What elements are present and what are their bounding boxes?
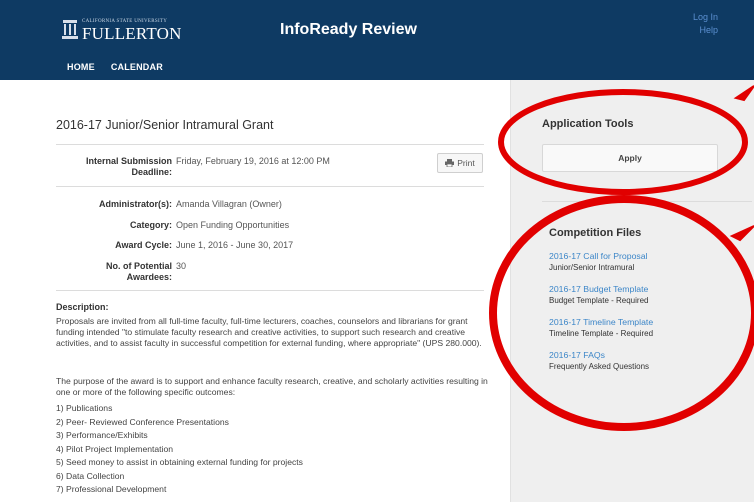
login-link[interactable]: Log In	[693, 11, 718, 24]
list-item: 3) Performance/Exhibits	[56, 430, 148, 440]
file-description: Budget Template - Required	[549, 296, 649, 305]
fields-divider	[56, 290, 484, 291]
file-description: Frequently Asked Questions	[549, 362, 650, 371]
field-label: Administrator(s):	[98, 199, 172, 209]
list-item: 4) Pilot Project Implementation	[56, 443, 174, 454]
nav-item-calendar[interactable]: CALENDAR	[111, 62, 163, 72]
main-nav: HOME CALENDAR	[67, 62, 163, 72]
description-paragraph: Proposals are invited from all full-time…	[56, 316, 482, 349]
field-deadline: Internal Submission Deadline: Friday, Feb…	[0, 156, 420, 180]
sidebar-divider	[542, 201, 752, 202]
file-link[interactable]: 2016-17 Call for Proposal	[549, 250, 648, 262]
field-value: Amanda Villagran (Owner)	[176, 199, 282, 209]
file-link[interactable]: 2016-17 Budget Template	[549, 283, 648, 295]
file-item-faqs: 2016-17 FAQs Frequently Asked Questions	[549, 349, 649, 373]
field-label: Category:	[129, 220, 172, 230]
file-link[interactable]: 2016-17 Timeline Template	[549, 316, 653, 328]
field-value: Friday, February 19, 2016 at 12:00 PM	[176, 156, 330, 166]
university-seal-icon	[62, 20, 78, 39]
purpose-paragraph: The purpose of the award is to support a…	[56, 376, 488, 398]
deadline-divider	[56, 186, 484, 187]
print-button[interactable]: Print	[437, 153, 483, 173]
list-item: 7) Professional Development	[56, 484, 167, 494]
sidebar: Application Tools Apply Competition File…	[510, 80, 754, 502]
list-item: 6) Data Collection	[56, 470, 125, 481]
field-award-cycle: Award Cycle: June 1, 2016 - June 30, 201…	[0, 240, 420, 252]
file-description: Timeline Template - Required	[549, 329, 654, 338]
page-title: 2016-17 Junior/Senior Intramural Grant	[56, 118, 274, 132]
file-link[interactable]: 2016-17 FAQs	[549, 349, 649, 361]
field-label: Internal Submission Deadline:	[85, 156, 172, 177]
field-value: June 1, 2016 - June 30, 2017	[176, 240, 294, 250]
file-item-timeline-template: 2016-17 Timeline Template Timeline Templ…	[549, 316, 653, 340]
help-link[interactable]: Help	[693, 24, 718, 37]
print-label: Print	[457, 158, 475, 168]
logo-campus-name: FULLERTON	[82, 24, 182, 43]
field-label: Award Cycle:	[115, 240, 172, 250]
file-item-call-for-proposal: 2016-17 Call for Proposal Junior/Senior …	[549, 250, 648, 274]
field-category: Category: Open Funding Opportunities	[0, 220, 420, 232]
file-description: Junior/Senior Intramural	[549, 263, 635, 272]
app-title: InfoReady Review	[280, 21, 417, 38]
field-value: Open Funding Opportunities	[176, 220, 290, 230]
top-header-bar: CALIFORNIA STATE UNIVERSITY FULLERTON In…	[0, 0, 754, 80]
account-links: Log In Help	[693, 11, 718, 37]
application-tools-heading: Application Tools	[542, 118, 634, 130]
title-divider	[56, 144, 484, 145]
list-item: 1) Publications	[56, 403, 113, 413]
field-label: No. of Potential Awardees:	[106, 261, 172, 282]
competition-files-heading: Competition Files	[549, 227, 642, 239]
outcomes-list: 1) Publications 2) Peer- Reviewed Confer…	[56, 402, 303, 497]
description-heading: Description:	[56, 302, 109, 312]
field-potential-awardees: No. of Potential Awardees: 30	[0, 261, 420, 285]
apply-button[interactable]: Apply	[542, 144, 718, 172]
field-value: 30	[176, 261, 187, 271]
competition-details: 2016-17 Junior/Senior Intramural Grant I…	[0, 80, 510, 502]
nav-item-home[interactable]: HOME	[67, 62, 95, 72]
field-administrator: Administrator(s): Amanda Villagran (Owne…	[0, 199, 420, 211]
printer-icon	[445, 159, 455, 167]
list-item: 5) Seed money to assist in obtaining ext…	[56, 457, 303, 467]
file-item-budget-template: 2016-17 Budget Template Budget Template …	[549, 283, 648, 307]
list-item: 2) Peer- Reviewed Conference Presentatio…	[56, 416, 229, 427]
university-logo[interactable]: CALIFORNIA STATE UNIVERSITY FULLERTON	[62, 18, 182, 42]
